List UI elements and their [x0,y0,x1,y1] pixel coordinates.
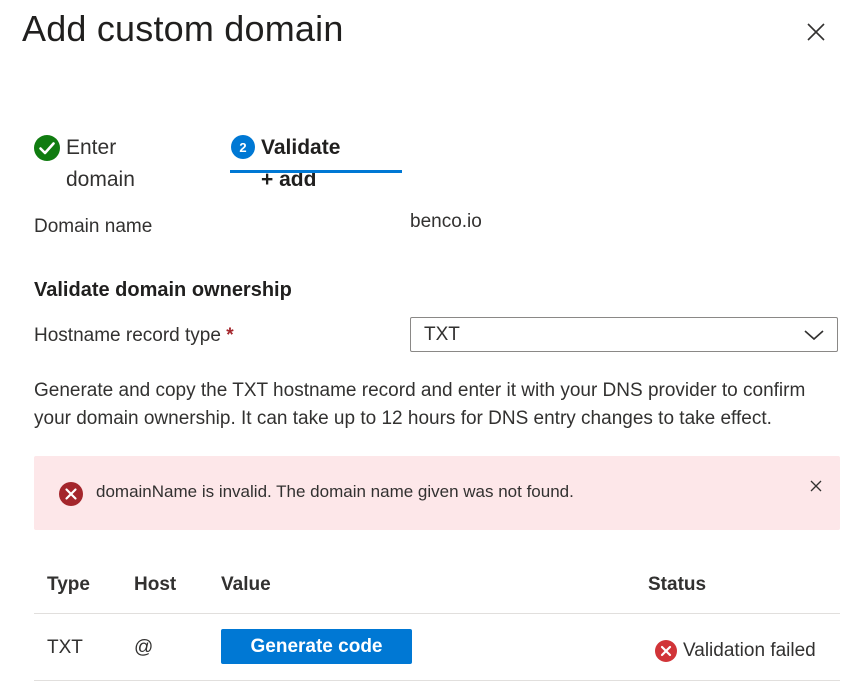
close-icon [810,480,822,492]
record-type-dropdown[interactable]: TXT [410,317,838,352]
record-type-cell: TXT [47,637,83,658]
close-button[interactable] [802,18,830,46]
panel-title: Add custom domain [22,8,344,49]
record-type-selected-value: TXT [424,323,460,345]
chevron-down-icon [803,328,825,342]
error-badge-icon [655,640,677,662]
validation-status: Validation failed [655,640,816,662]
column-header-type: Type [47,574,90,595]
active-step-indicator [230,170,402,173]
column-header-value: Value [221,574,271,595]
step-enter-domain[interactable]: Enter domain [34,132,135,191]
validation-status-text: Validation failed [683,640,816,661]
step-number-badge: 2 [231,135,255,159]
error-message-bar: domainName is invalid. The domain name g… [34,456,840,530]
close-icon [807,23,825,41]
checkmark-circle-icon [34,135,60,161]
dismiss-error-button[interactable] [804,474,828,498]
step-label: Validate + add [261,136,341,191]
error-badge-icon [59,482,83,506]
error-message-text: domainName is invalid. The domain name g… [96,482,574,501]
domain-name-label: Domain name [34,216,153,237]
step-validate-add[interactable]: 2 Validate + add [230,132,402,191]
add-custom-domain-panel: Add custom domain Enter domain 2 Validat… [0,0,860,693]
validation-description: Generate and copy the TXT hostname recor… [34,380,806,429]
generate-code-button[interactable]: Generate code [221,629,412,664]
record-host-cell: @ [134,637,154,658]
domain-name-value: benco.io [410,211,482,232]
step-label: Enter domain [66,136,135,191]
required-marker: * [226,325,234,346]
row-divider [34,680,840,681]
record-type-label-text: Hostname record type [34,325,221,346]
record-type-label: Hostname record type * [34,325,234,347]
column-header-host: Host [134,574,177,595]
header-divider [34,613,840,614]
validate-ownership-heading: Validate domain ownership [34,279,292,301]
column-header-status: Status [648,574,707,595]
